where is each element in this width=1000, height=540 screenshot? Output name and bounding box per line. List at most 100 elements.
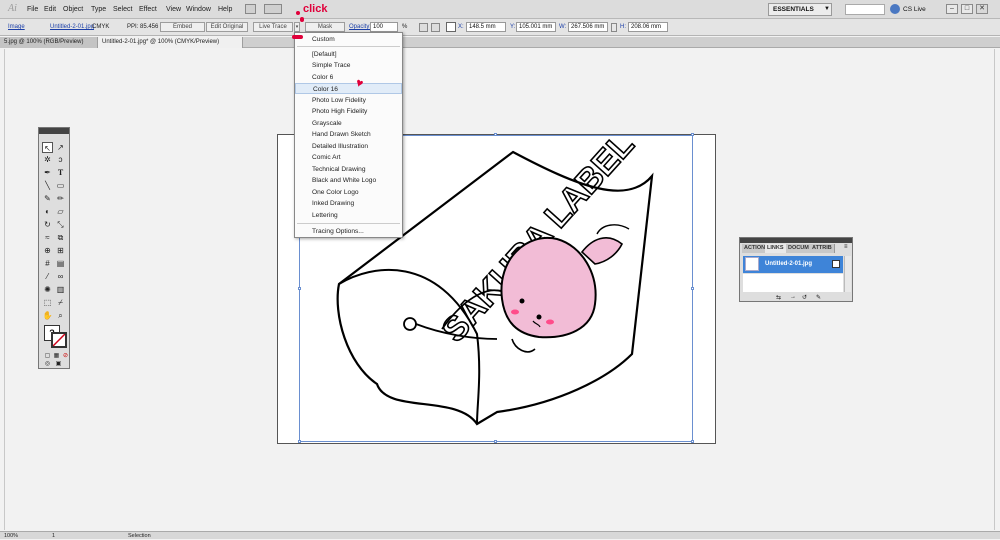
tab-document-info[interactable]: DOCUM <box>786 244 812 253</box>
links-list-area[interactable] <box>743 274 843 292</box>
image-link[interactable]: Image <box>8 24 25 30</box>
edit-original-icon[interactable]: ✎ <box>816 294 821 301</box>
handle-top-right[interactable] <box>691 133 694 136</box>
tab-document-active[interactable]: Untitled-2-01.jpg* @ 100% (CMYK/Preview) <box>98 37 243 48</box>
tab-links[interactable]: LINKS <box>765 244 787 253</box>
lasso-tool-icon[interactable]: ↄ <box>55 154 66 165</box>
type-tool-icon[interactable]: T <box>55 167 66 178</box>
handle-middle-right[interactable] <box>691 287 694 290</box>
handle-bottom-middle[interactable] <box>494 440 497 443</box>
preset-hand-drawn-sketch[interactable]: Hand Drawn Sketch <box>295 129 402 140</box>
scrollbar[interactable] <box>844 256 851 292</box>
preset-detailed-illustration[interactable]: Detailed Illustration <box>295 141 402 152</box>
update-link-icon[interactable]: ↺ <box>802 294 807 301</box>
preset-photo-low-fidelity[interactable]: Photo Low Fidelity <box>295 95 402 106</box>
preset-grayscale[interactable]: Grayscale <box>295 118 402 129</box>
h-input[interactable]: 208.06 mm <box>628 22 668 32</box>
preset-black-and-white-logo[interactable]: Black and White Logo <box>295 175 402 186</box>
paintbrush-tool-icon[interactable]: ✎ <box>42 193 53 204</box>
stroke-swatch[interactable] <box>51 332 67 348</box>
preset-simple-trace[interactable]: Simple Trace <box>295 60 402 71</box>
artboard-tool-icon[interactable]: ⬚ <box>42 297 53 308</box>
symbol-sprayer-tool-icon[interactable]: ✺ <box>42 284 53 295</box>
menu-file[interactable]: File <box>27 6 38 13</box>
menu-effect[interactable]: Effect <box>139 6 157 13</box>
tab-attributes[interactable]: ATTRIB <box>810 244 835 253</box>
mask-button[interactable]: Mask <box>305 22 345 32</box>
menu-select[interactable]: Select <box>113 6 132 13</box>
preset-photo-high-fidelity[interactable]: Photo High Fidelity <box>295 106 402 117</box>
handle-top-middle[interactable] <box>494 133 497 136</box>
scale-tool-icon[interactable]: ⤡ <box>55 219 66 230</box>
workspace-switcher[interactable]: ESSENTIALS <box>768 3 832 16</box>
zoom-tool-icon[interactable]: ⌕ <box>55 310 66 321</box>
slice-tool-icon[interactable]: ⌿ <box>55 297 66 308</box>
draw-mode-icon[interactable]: ◎ <box>42 359 53 370</box>
eyedropper-tool-icon[interactable]: ⁄ <box>42 271 53 282</box>
w-input[interactable]: 267.506 mm <box>568 22 608 32</box>
preset-color-6[interactable]: Color 6 <box>295 72 402 83</box>
reference-point-icon[interactable] <box>446 22 456 32</box>
align-icon[interactable] <box>419 23 428 32</box>
mesh-tool-icon[interactable]: # <box>42 258 53 269</box>
handle-bottom-left[interactable] <box>298 440 301 443</box>
direct-selection-tool-icon[interactable]: ↗ <box>55 142 66 153</box>
menu-help[interactable]: Help <box>218 6 232 13</box>
menu-edit[interactable]: Edit <box>44 6 56 13</box>
minimize-button[interactable]: – <box>946 4 958 14</box>
opacity-input[interactable]: 100 <box>370 22 398 32</box>
selection-tool-icon[interactable]: ↖ <box>42 142 53 153</box>
handle-middle-left[interactable] <box>298 287 301 290</box>
screen-mode-icon[interactable]: ▣ <box>53 359 64 370</box>
menu-type[interactable]: Type <box>91 6 106 13</box>
links-panel-header[interactable] <box>740 238 852 243</box>
preset-inked-drawing[interactable]: Inked Drawing <box>295 198 402 209</box>
blob-brush-tool-icon[interactable]: ◐ <box>42 206 53 217</box>
panel-menu-icon[interactable]: ≡ <box>844 244 848 250</box>
handle-bottom-right[interactable] <box>691 440 694 443</box>
eraser-tool-icon[interactable]: ▱ <box>55 206 66 217</box>
y-input[interactable]: 105.001 mm <box>516 22 556 32</box>
arrange-documents-icon[interactable] <box>264 4 282 14</box>
tab-document[interactable]: 5.jpg @ 100% (RGB/Preview) <box>0 37 98 48</box>
preset-default[interactable]: [Default] <box>295 49 402 60</box>
shape-builder-tool-icon[interactable]: ⊕ <box>42 245 53 256</box>
preset-lettering[interactable]: Lettering <box>295 210 402 221</box>
x-input[interactable]: 148.5 mm <box>466 22 506 32</box>
perspective-grid-tool-icon[interactable]: ⊞ <box>55 245 66 256</box>
relink-icon[interactable]: ⇆ <box>776 294 781 301</box>
free-transform-tool-icon[interactable]: ⧉ <box>55 232 66 243</box>
gradient-tool-icon[interactable]: ▤ <box>55 258 66 269</box>
bridge-icon[interactable] <box>245 4 256 14</box>
rotate-tool-icon[interactable]: ↻ <box>42 219 53 230</box>
magic-wand-tool-icon[interactable]: ✲ <box>42 154 53 165</box>
transform-icon[interactable] <box>431 23 440 32</box>
preset-color-16[interactable]: Color 16 <box>295 83 402 94</box>
tracing-presets-dropdown-button[interactable]: ▾ <box>294 22 300 32</box>
menu-view[interactable]: View <box>166 6 181 13</box>
blend-tool-icon[interactable]: ∞ <box>55 271 66 282</box>
constrain-proportions-icon[interactable] <box>611 23 617 32</box>
tracing-options-item[interactable]: Tracing Options... <box>295 226 402 237</box>
preset-custom[interactable]: Custom <box>295 34 402 45</box>
warp-tool-icon[interactable]: ≈ <box>42 232 53 243</box>
edit-original-button[interactable]: Edit Original <box>206 22 248 32</box>
pencil-tool-icon[interactable]: ✏ <box>55 193 66 204</box>
pen-tool-icon[interactable]: ✒ <box>42 167 53 178</box>
filename-link[interactable]: Untitled-2-01.jpg <box>50 24 94 30</box>
preset-comic-art[interactable]: Comic Art <box>295 152 402 163</box>
column-graph-tool-icon[interactable]: ▥ <box>55 284 66 295</box>
hand-tool-icon[interactable]: ✋ <box>42 310 53 321</box>
search-input[interactable] <box>845 4 885 15</box>
close-button[interactable]: ✕ <box>976 4 988 14</box>
cs-live-menu[interactable]: CS Live <box>903 6 926 13</box>
go-to-link-icon[interactable]: → <box>790 294 796 300</box>
preset-technical-drawing[interactable]: Technical Drawing <box>295 164 402 175</box>
rectangle-tool-icon[interactable]: ▭ <box>55 180 66 191</box>
menu-object[interactable]: Object <box>63 6 83 13</box>
live-trace-button[interactable]: Live Trace <box>253 22 293 32</box>
preset-one-color-logo[interactable]: One Color Logo <box>295 187 402 198</box>
tools-panel-header[interactable] <box>39 128 69 134</box>
embed-button[interactable]: Embed <box>160 22 205 32</box>
line-tool-icon[interactable]: ╲ <box>42 180 53 191</box>
